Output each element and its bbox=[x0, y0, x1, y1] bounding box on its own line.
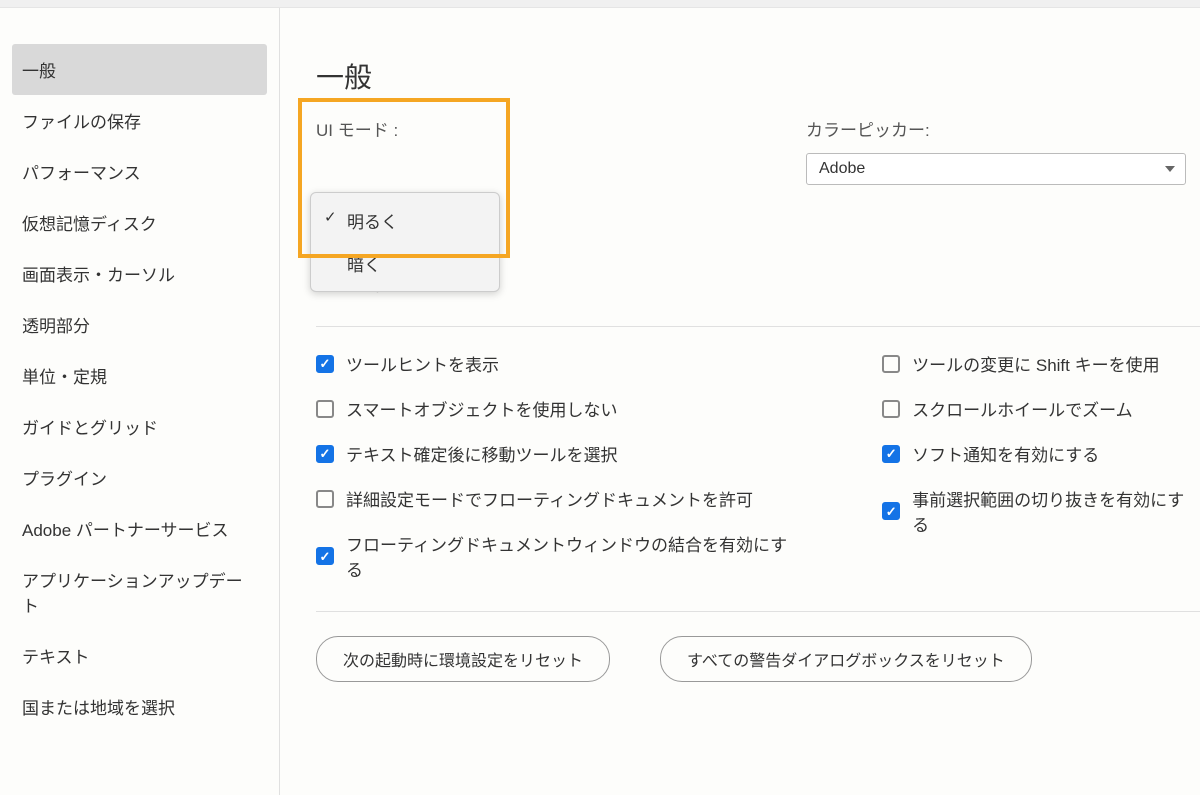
sidebar-item-performance[interactable]: パフォーマンス bbox=[12, 146, 267, 197]
checkbox-scroll-zoom[interactable]: スクロールホイールでズーム bbox=[882, 396, 1200, 421]
checkbox-icon[interactable] bbox=[882, 400, 900, 418]
sidebar: 一般 ファイルの保存 パフォーマンス 仮想記憶ディスク 画面表示・カーソル 透明… bbox=[0, 8, 280, 795]
checkbox-icon[interactable] bbox=[316, 355, 334, 373]
sidebar-item-region[interactable]: 国または地域を選択 bbox=[12, 681, 267, 732]
checkbox-icon[interactable] bbox=[316, 490, 334, 508]
title-bar bbox=[0, 0, 1200, 8]
checkbox-label: ソフト通知を有効にする bbox=[912, 441, 1099, 466]
sidebar-item-text[interactable]: テキスト bbox=[12, 630, 267, 681]
sidebar-item-general[interactable]: 一般 bbox=[12, 44, 267, 95]
checkbox-icon[interactable] bbox=[316, 547, 334, 565]
reset-prefs-button[interactable]: 次の起動時に環境設定をリセット bbox=[316, 636, 610, 682]
color-picker-dropdown[interactable]: Adobe bbox=[806, 153, 1186, 185]
checkbox-label: スクロールホイールでズーム bbox=[912, 396, 1133, 421]
checkbox-move-tool[interactable]: テキスト確定後に移動ツールを選択 bbox=[316, 441, 802, 466]
checkbox-floating-doc[interactable]: 詳細設定モードでフローティングドキュメントを許可 bbox=[316, 486, 802, 511]
checkbox-icon[interactable] bbox=[316, 400, 334, 418]
checkbox-label: テキスト確定後に移動ツールを選択 bbox=[346, 441, 618, 466]
checkbox-shift-tool[interactable]: ツールの変更に Shift キーを使用 bbox=[882, 351, 1200, 376]
page-title: 一般 bbox=[316, 56, 1200, 96]
checkbox-label: ツールの変更に Shift キーを使用 bbox=[912, 351, 1159, 376]
checkbox-label: フローティングドキュメントウィンドウの結合を有効にする bbox=[346, 531, 802, 581]
settings-row-top: UI モード : 明るく 暗く オプション カラーピッカー: Adobe bbox=[316, 116, 1200, 296]
color-picker-group: カラーピッカー: Adobe bbox=[806, 116, 1186, 296]
ui-mode-label: UI モード : bbox=[316, 116, 696, 141]
checkbox-icon[interactable] bbox=[882, 502, 900, 520]
reset-warnings-button[interactable]: すべての警告ダイアログボックスをリセット bbox=[660, 636, 1032, 682]
sidebar-item-app-update[interactable]: アプリケーションアップデート bbox=[12, 554, 267, 630]
checkbox-smart-object[interactable]: スマートオブジェクトを使用しない bbox=[316, 396, 802, 421]
ui-mode-group: UI モード : 明るく 暗く オプション bbox=[316, 116, 696, 296]
ui-mode-dropdown-menu: 明るく 暗く bbox=[310, 192, 500, 292]
checkbox-label: 詳細設定モードでフローティングドキュメントを許可 bbox=[346, 486, 753, 511]
checkbox-tooltip[interactable]: ツールヒントを表示 bbox=[316, 351, 802, 376]
checkbox-label: スマートオブジェクトを使用しない bbox=[346, 396, 618, 421]
color-picker-label: カラーピッカー: bbox=[806, 116, 1186, 141]
ui-mode-option-dark[interactable]: 暗く bbox=[311, 242, 499, 285]
button-row: 次の起動時に環境設定をリセット すべての警告ダイアログボックスをリセット bbox=[316, 636, 1200, 682]
checkbox-floating-combine[interactable]: フローティングドキュメントウィンドウの結合を有効にする bbox=[316, 531, 802, 581]
sidebar-item-adobe-partner[interactable]: Adobe パートナーサービス bbox=[12, 503, 267, 554]
sidebar-item-guides-grid[interactable]: ガイドとグリッド bbox=[12, 401, 267, 452]
checkbox-label: ツールヒントを表示 bbox=[346, 351, 499, 376]
checkbox-soft-notification[interactable]: ソフト通知を有効にする bbox=[882, 441, 1200, 466]
checkbox-icon[interactable] bbox=[316, 445, 334, 463]
sidebar-item-file-saving[interactable]: ファイルの保存 bbox=[12, 95, 267, 146]
checkbox-label: 事前選択範囲の切り抜きを有効にする bbox=[912, 486, 1200, 536]
sidebar-item-display-cursors[interactable]: 画面表示・カーソル bbox=[12, 248, 267, 299]
checkbox-icon[interactable] bbox=[882, 355, 900, 373]
options-column-right: ツールの変更に Shift キーを使用 スクロールホイールでズーム ソフト通知を… bbox=[882, 351, 1200, 581]
sidebar-item-transparency[interactable]: 透明部分 bbox=[12, 299, 267, 350]
ui-mode-option-light[interactable]: 明るく bbox=[311, 199, 499, 242]
sidebar-item-units-rulers[interactable]: 単位・定規 bbox=[12, 350, 267, 401]
sidebar-item-plugins[interactable]: プラグイン bbox=[12, 452, 267, 503]
checkbox-preselect-crop[interactable]: 事前選択範囲の切り抜きを有効にする bbox=[882, 486, 1200, 536]
options-column-left: ツールヒントを表示 スマートオブジェクトを使用しない テキスト確定後に移動ツール… bbox=[316, 351, 802, 581]
checkbox-icon[interactable] bbox=[882, 445, 900, 463]
main-panel: 一般 UI モード : 明るく 暗く オプション カラーピッカー: Adobe bbox=[280, 8, 1200, 795]
preferences-container: 一般 ファイルの保存 パフォーマンス 仮想記憶ディスク 画面表示・カーソル 透明… bbox=[0, 8, 1200, 795]
sidebar-item-scratch-disks[interactable]: 仮想記憶ディスク bbox=[12, 197, 267, 248]
divider-top bbox=[316, 326, 1200, 327]
divider-bottom bbox=[316, 611, 1200, 612]
options-grid: ツールヒントを表示 スマートオブジェクトを使用しない テキスト確定後に移動ツール… bbox=[316, 351, 1200, 581]
